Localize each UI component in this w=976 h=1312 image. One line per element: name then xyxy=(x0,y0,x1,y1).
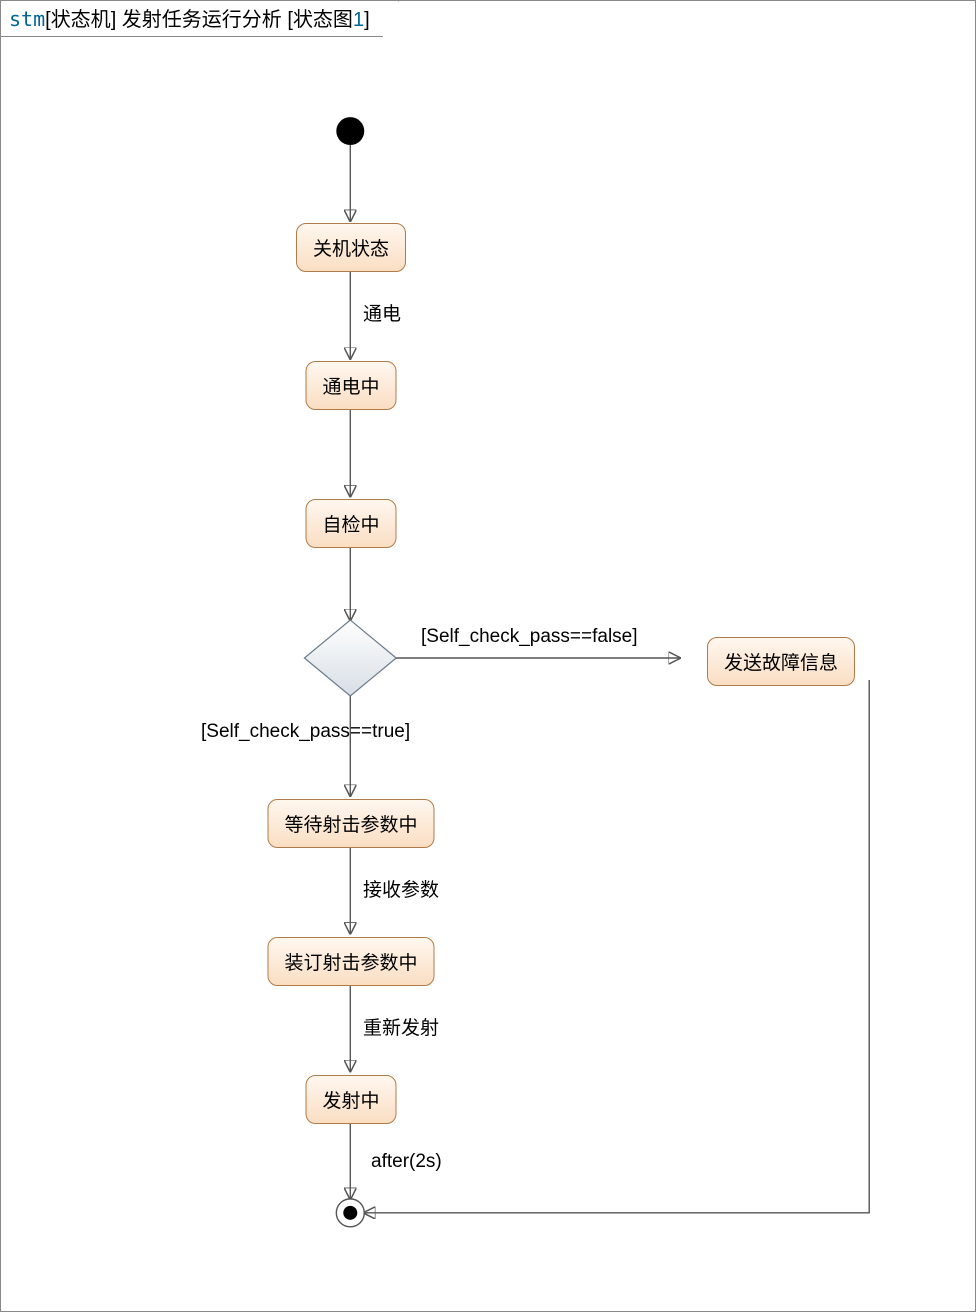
label-after-2s: after(2s) xyxy=(371,1151,442,1173)
label-power-on: 通电 xyxy=(363,299,401,326)
initial-state xyxy=(336,117,364,145)
final-state xyxy=(336,1199,364,1227)
state-powering: 通电中 xyxy=(305,361,396,410)
guard-true: [Self_check_pass==true] xyxy=(201,721,410,743)
state-wait-params: 等待射击参数中 xyxy=(267,799,434,848)
state-selfcheck: 自检中 xyxy=(305,499,396,548)
state-send-fault: 发送故障信息 xyxy=(707,637,855,686)
label-recv-params: 接收参数 xyxy=(363,875,439,902)
label-refire: 重新发射 xyxy=(363,1013,439,1040)
choice-node xyxy=(304,620,396,696)
state-bind-params: 装订射击参数中 xyxy=(267,937,434,986)
state-firing: 发射中 xyxy=(305,1075,396,1124)
edge-s7-final xyxy=(364,680,869,1213)
guard-false: [Self_check_pass==false] xyxy=(421,626,638,648)
diagram-frame: stm[状态机] 发射任务运行分析 [状态图1] xyxy=(0,0,976,1312)
state-shutdown: 关机状态 xyxy=(296,223,406,272)
